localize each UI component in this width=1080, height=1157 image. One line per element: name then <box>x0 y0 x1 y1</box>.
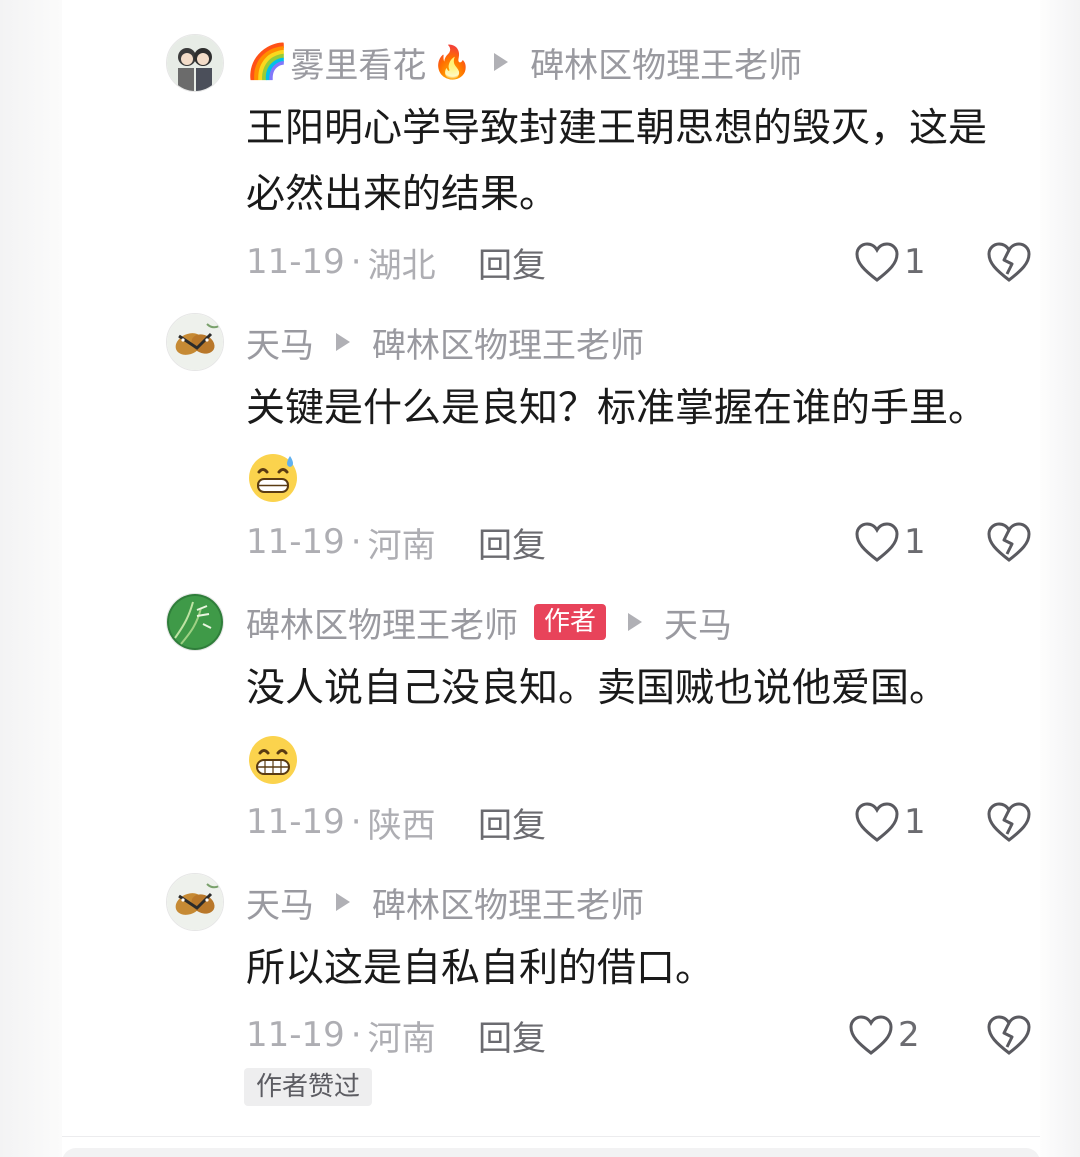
comment-location: 河南 <box>367 1018 436 1059</box>
reply-button[interactable]: 回复 <box>478 798 546 847</box>
comment-text[interactable]: 没人说自己没良知。卖国贼也说他爱国。 <box>246 656 1016 788</box>
next-section-edge <box>62 1148 1040 1157</box>
comment-text[interactable]: 关键是什么是良知？标准掌握在谁的手里。 <box>246 376 1016 508</box>
avatar-image <box>167 35 223 91</box>
dislike-button[interactable] <box>986 518 1032 566</box>
comment-meta: 11-19 · 湖北 回复 1 <box>246 238 1080 286</box>
right-edge <box>1040 0 1080 1157</box>
dislike-button[interactable] <box>986 238 1032 286</box>
meta-separator: · <box>350 1015 362 1055</box>
comment-thread-page: 🌈 雾里看花 🔥 碑林区物理王老师 王阳明心学导致封建王朝思想的毁灭，这是必然出… <box>0 0 1080 1157</box>
broken-heart-icon <box>987 802 1031 842</box>
reply-to-name[interactable]: 碑林区物理王老师 <box>530 38 802 87</box>
avatar[interactable] <box>166 873 224 931</box>
comment-date: 11-19 <box>246 242 345 282</box>
reply-button[interactable]: 回复 <box>478 1011 546 1060</box>
grin-emoji <box>249 735 297 784</box>
comment-location: 陕西 <box>367 805 436 846</box>
meta-separator: · <box>350 522 362 562</box>
rainbow-icon: 🌈 <box>246 42 289 82</box>
comment-content: 王阳明心学导致封建王朝思想的毁灭，这是必然出来的结果。 <box>246 106 988 217</box>
meta-separator: · <box>350 802 362 842</box>
author-name[interactable]: 雾里看花 <box>290 38 426 87</box>
author-name[interactable]: 碑林区物理王老师 <box>246 598 518 647</box>
heart-outline-icon <box>849 1015 893 1055</box>
reply-button[interactable]: 回复 <box>478 238 546 287</box>
comment-meta: 11-19 · 河南 回复 2 <box>246 1011 1080 1059</box>
avatar-image <box>167 874 223 930</box>
comment-meta: 11-19 · 河南 回复 1 <box>246 518 1080 566</box>
reply-arrow-icon <box>336 333 350 351</box>
meta-separator: · <box>350 242 362 282</box>
comment-content: 没人说自己没良知。卖国贼也说他爱国。 <box>246 666 949 711</box>
author-liked-tag: 作者赞过 <box>244 1068 373 1106</box>
comment-date: 11-19 <box>246 802 345 842</box>
heart-outline-icon <box>855 802 899 842</box>
like-button[interactable]: 2 <box>848 1011 920 1059</box>
broken-heart-icon <box>987 522 1031 562</box>
comment-header: 碑林区物理王老师 作者 天马 <box>246 598 732 646</box>
like-count: 1 <box>904 802 926 842</box>
comment-location: 河南 <box>367 525 436 566</box>
author-badge: 作者 <box>534 604 607 640</box>
comment-date: 11-19 <box>246 1015 345 1055</box>
reply-arrow-icon <box>628 613 643 631</box>
like-count: 2 <box>898 1015 920 1055</box>
like-button[interactable]: 1 <box>854 238 926 286</box>
comment-text[interactable]: 王阳明心学导致封建王朝思想的毁灭，这是必然出来的结果。 <box>246 96 1016 228</box>
comment-header: 🌈 雾里看花 🔥 碑林区物理王老师 <box>246 38 802 86</box>
fire-icon: 🔥 <box>432 43 473 81</box>
avatar[interactable] <box>166 593 224 651</box>
comment-date: 11-19 <box>246 522 345 562</box>
dislike-button[interactable] <box>986 798 1032 846</box>
like-button[interactable]: 1 <box>854 518 926 566</box>
broken-heart-icon <box>987 242 1031 282</box>
reply-button[interactable]: 回复 <box>478 518 546 567</box>
comment-header: 天马 碑林区物理王老师 <box>246 878 644 926</box>
divider <box>62 1136 1040 1137</box>
comment-meta: 11-19 · 陕西 回复 1 <box>246 798 1080 846</box>
reply-arrow-icon <box>494 53 509 71</box>
comment-content: 所以这是自私自利的借口。 <box>246 946 715 991</box>
reply-arrow-icon <box>336 893 350 911</box>
like-button[interactable]: 1 <box>854 798 926 846</box>
comment-header: 天马 碑林区物理王老师 <box>246 318 644 366</box>
left-edge <box>0 0 62 1157</box>
like-count: 1 <box>904 522 926 562</box>
avatar[interactable] <box>166 313 224 371</box>
reply-to-name[interactable]: 碑林区物理王老师 <box>372 318 644 367</box>
heart-outline-icon <box>855 522 899 562</box>
like-count: 1 <box>904 242 926 282</box>
avatar-image <box>167 314 223 370</box>
comment-content: 关键是什么是良知？标准掌握在谁的手里。 <box>246 386 988 431</box>
comment-text[interactable]: 所以这是自私自利的借口。 <box>246 936 1016 1002</box>
reply-to-name[interactable]: 碑林区物理王老师 <box>372 878 644 927</box>
heart-outline-icon <box>855 242 899 282</box>
grin-sweat-emoji <box>249 453 297 502</box>
author-name[interactable]: 天马 <box>246 318 314 367</box>
avatar[interactable] <box>166 34 224 92</box>
broken-heart-icon <box>987 1015 1031 1055</box>
dislike-button[interactable] <box>986 1011 1032 1059</box>
author-name[interactable]: 天马 <box>246 878 314 927</box>
reply-to-name[interactable]: 天马 <box>664 598 732 647</box>
comment-location: 湖北 <box>367 245 436 286</box>
avatar-image <box>167 594 223 650</box>
